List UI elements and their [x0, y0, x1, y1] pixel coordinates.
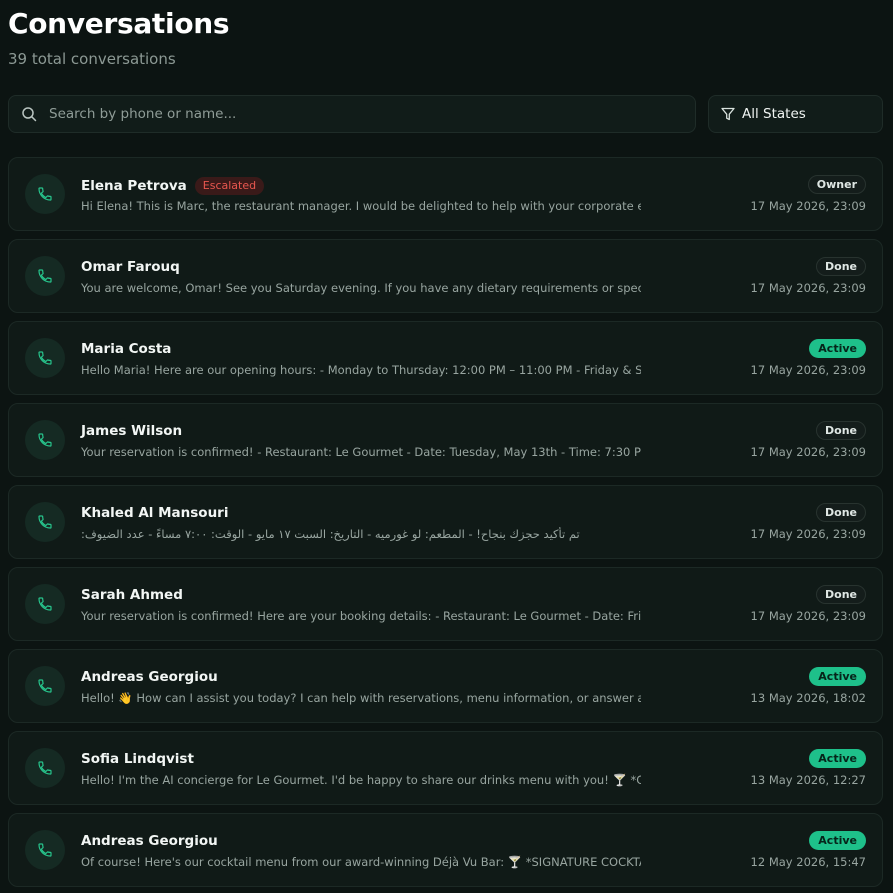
conversation-row[interactable]: Maria Costa Hello Maria! Here are our ope…: [8, 321, 883, 395]
phone-icon: [37, 760, 53, 776]
contact-name: Elena Petrova: [81, 178, 187, 194]
conversation-row[interactable]: Elena Petrova Escalated Hi Elena! This is …: [8, 157, 883, 231]
conversation-row[interactable]: Andreas Georgiou Hello! 👋 How can I assis…: [8, 649, 883, 723]
name-line: James Wilson: [81, 423, 182, 439]
timestamp: 17 May 2026, 23:09: [750, 199, 866, 213]
name-line: Maria Costa: [81, 341, 171, 357]
state-filter-label: All States: [742, 106, 806, 122]
contact-name: Sarah Ahmed: [81, 587, 183, 603]
name-line: Elena Petrova Escalated: [81, 177, 265, 195]
contact-name: Maria Costa: [81, 341, 172, 357]
phone-icon: [37, 596, 53, 612]
search-icon: [22, 107, 37, 122]
message-preview: Your reservation is confirmed! Here are …: [81, 609, 641, 623]
conversation-row[interactable]: Sofia Lindqvist Hello! I'm the AI concier…: [8, 731, 883, 805]
toolbar: All States: [8, 95, 883, 133]
timestamp: 12 May 2026, 15:47: [750, 855, 866, 869]
message-preview: Of course! Here's our cocktail menu from…: [81, 855, 641, 869]
phone-icon: [37, 186, 53, 202]
avatar: [25, 338, 65, 378]
state-badge: Owner: [807, 175, 866, 194]
message-preview: Hello Maria! Here are our opening hours:…: [81, 363, 641, 377]
name-line: Sofia Lindqvist: [81, 751, 194, 767]
message-preview: Hello! I'm the AI concierge for Le Gourm…: [81, 773, 641, 787]
message-preview: Hi Elena! This is Marc, the restaurant m…: [81, 199, 641, 213]
avatar: [25, 584, 65, 624]
timestamp: 17 May 2026, 23:09: [750, 363, 866, 377]
message-preview: You are welcome, Omar! See you Saturday …: [81, 281, 641, 295]
search-box[interactable]: [8, 95, 696, 133]
timestamp: 17 May 2026, 23:09: [750, 445, 866, 459]
contact-name: James Wilson: [81, 423, 183, 439]
phone-icon: [37, 514, 53, 530]
conversation-row[interactable]: James Wilson Your reservation is confirme…: [8, 403, 883, 477]
avatar: [25, 174, 65, 214]
conversation-row[interactable]: Sarah Ahmed Your reservation is confirmed…: [8, 567, 883, 641]
timestamp: 17 May 2026, 23:09: [750, 281, 866, 295]
conversation-row[interactable]: Omar Farouq You are welcome, Omar! See yo…: [8, 239, 883, 313]
message-preview: Hello! 👋 How can I assist you today? I c…: [81, 691, 641, 705]
avatar: [25, 502, 65, 542]
conversation-row[interactable]: Khaled Al Mansouri تم تأكيد حجزك بنجاح! -…: [8, 485, 883, 559]
contact-name: Andreas Georgiou: [81, 833, 218, 849]
contact-name: Sofia Lindqvist: [81, 751, 194, 767]
name-line: Andreas Georgiou: [81, 669, 218, 685]
message-preview: تم تأكيد حجزك بنجاح! - المطعم: لو غورميه…: [81, 527, 580, 541]
contact-name: Khaled Al Mansouri: [81, 505, 229, 521]
state-badge: Active: [809, 749, 866, 768]
filter-icon: [721, 107, 735, 121]
timestamp: 13 May 2026, 18:02: [750, 691, 866, 705]
conversation-list: Elena Petrova Escalated Hi Elena! This is …: [8, 157, 883, 893]
name-line: Sarah Ahmed: [81, 587, 183, 603]
state-filter-dropdown[interactable]: All States: [708, 95, 883, 133]
contact-name: Omar Farouq: [81, 259, 180, 275]
phone-icon: [37, 350, 53, 366]
contact-name: Andreas Georgiou: [81, 669, 218, 685]
state-badge: Active: [809, 339, 866, 358]
avatar: [25, 830, 65, 870]
timestamp: 17 May 2026, 23:09: [750, 527, 866, 541]
avatar: [25, 420, 65, 460]
phone-icon: [37, 842, 53, 858]
search-input[interactable]: [47, 105, 683, 123]
escalated-badge: Escalated: [194, 177, 265, 195]
state-badge: Active: [809, 831, 866, 850]
conversations-page: Conversations 39 total conversations All…: [0, 0, 893, 893]
state-badge: Active: [809, 667, 866, 686]
conversation-count: 39 total conversations: [8, 50, 176, 68]
phone-icon: [37, 678, 53, 694]
message-preview: Your reservation is confirmed! - Restaur…: [81, 445, 641, 459]
phone-icon: [37, 432, 53, 448]
phone-icon: [37, 268, 53, 284]
state-badge: Done: [816, 421, 866, 440]
avatar: [25, 666, 65, 706]
state-badge: Done: [816, 257, 866, 276]
page-title: Conversations: [8, 7, 230, 40]
state-badge: Done: [816, 585, 866, 604]
timestamp: 13 May 2026, 12:27: [750, 773, 866, 787]
state-badge: Done: [816, 503, 866, 522]
name-line: Andreas Georgiou: [81, 833, 218, 849]
timestamp: 17 May 2026, 23:09: [750, 609, 866, 623]
name-line: Khaled Al Mansouri: [81, 505, 228, 521]
conversation-row[interactable]: Andreas Georgiou Of course! Here's our co…: [8, 813, 883, 887]
avatar: [25, 748, 65, 788]
name-line: Omar Farouq: [81, 259, 180, 275]
avatar: [25, 256, 65, 296]
